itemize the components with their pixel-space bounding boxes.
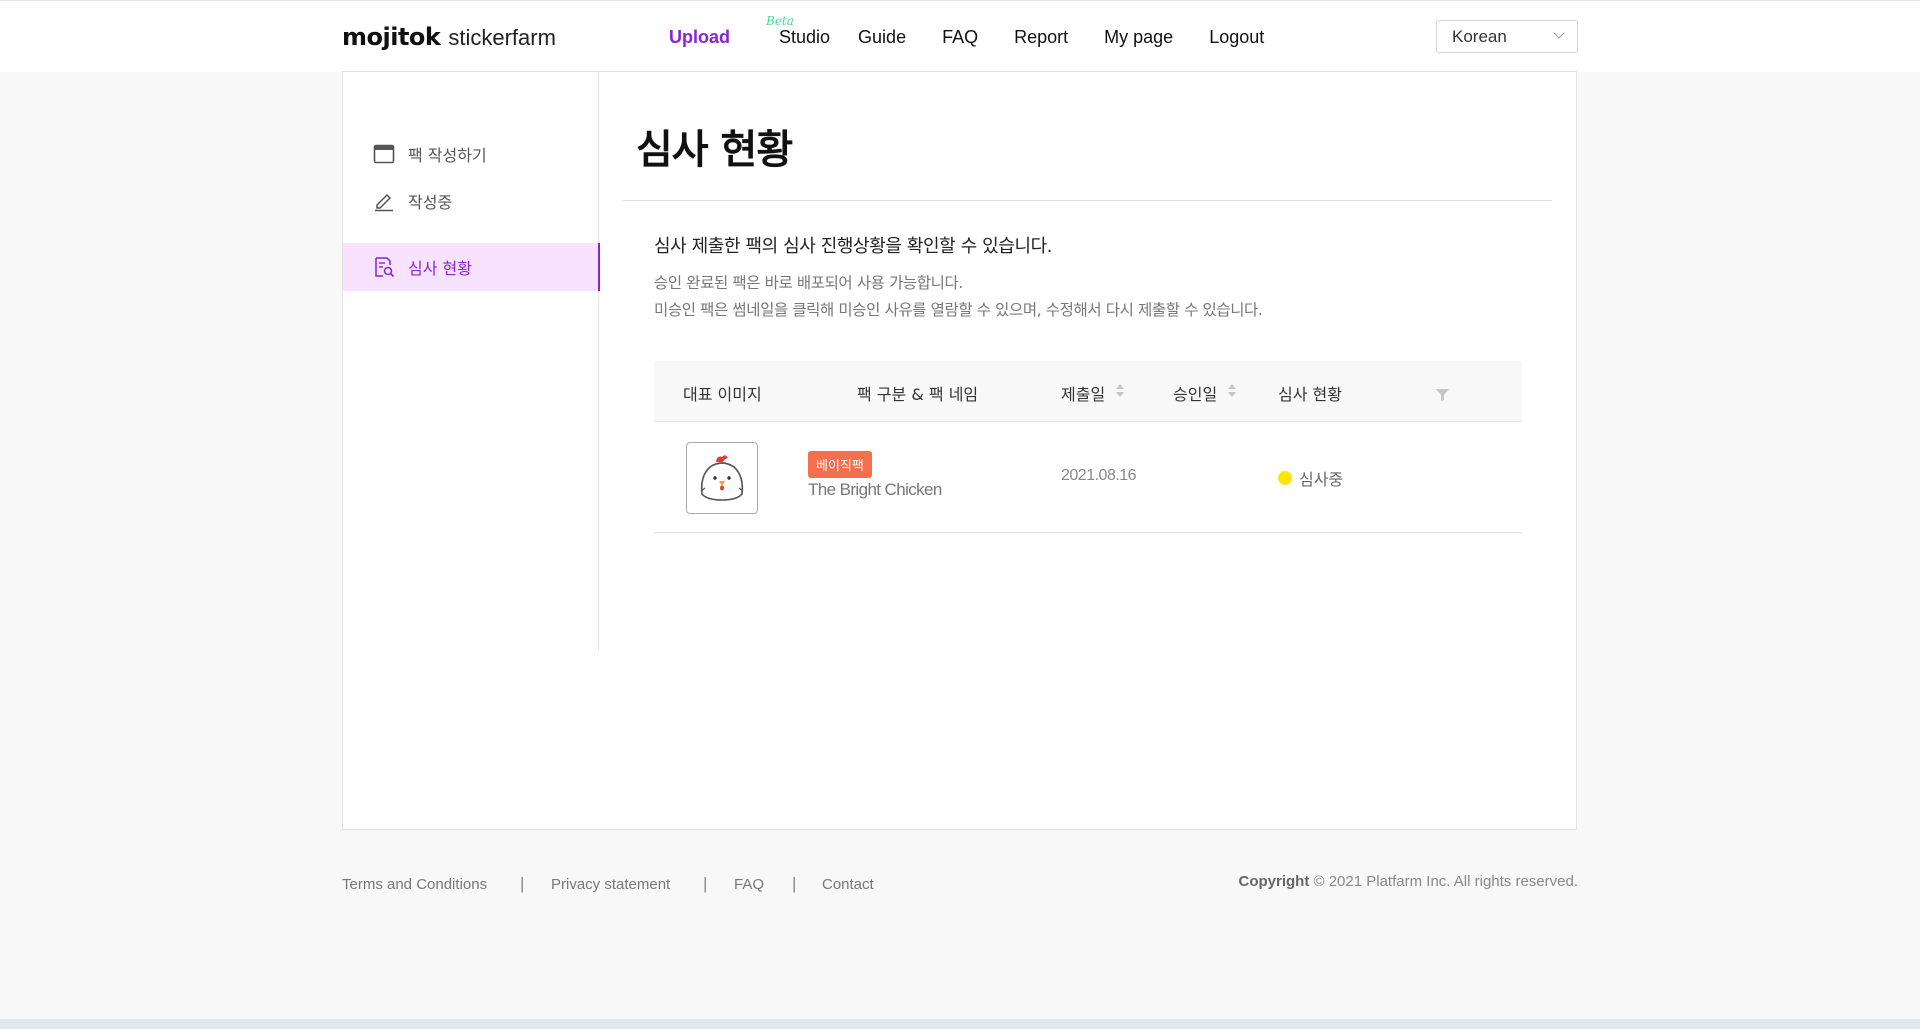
beta-badge: Beta: [766, 14, 794, 28]
sidebar-item-label: 심사 현황: [408, 259, 472, 278]
footer-link-faq[interactable]: FAQ: [734, 876, 764, 893]
content-card: 팩 작성하기 작성중 심사 현황 심사 현황 심사 제출한 팩의 심사 진행상황…: [342, 71, 1577, 830]
col-header-submitted[interactable]: 제출일: [1061, 381, 1105, 405]
col-header-status: 심사 현황: [1278, 385, 1342, 404]
pack-type-badge: 베이직팩: [808, 451, 872, 478]
language-value: Korean: [1452, 26, 1507, 46]
footer-separator: |: [703, 874, 708, 893]
calendar-icon: [373, 143, 395, 165]
filter-icon[interactable]: [1436, 386, 1449, 401]
status-badge: 심사중: [1278, 466, 1343, 490]
sidebar-item-label: 작성중: [408, 193, 453, 212]
sort-icon[interactable]: [1116, 384, 1125, 400]
sidebar-item-review-status[interactable]: 심사 현황: [343, 243, 600, 291]
bottom-bar: [0, 1019, 1920, 1029]
pack-name: The Bright Chicken: [808, 480, 942, 499]
nav-studio-label: Studio: [779, 27, 831, 47]
page-title: 심사 현황: [636, 127, 793, 173]
info-text-approved: 승인 완료된 팩은 바로 배포되어 사용 가능합니다.: [654, 274, 963, 292]
logo-product: stickerfarm: [448, 25, 556, 50]
sidebar-item-drafts[interactable]: 작성중: [343, 177, 600, 225]
status-dot-icon: [1278, 471, 1292, 485]
language-select[interactable]: Korean: [1436, 20, 1578, 53]
copyright-label: Copyright: [1238, 873, 1310, 890]
nav-upload[interactable]: Upload: [669, 27, 730, 48]
submitted-date: 2021.08.16: [1061, 467, 1137, 484]
nav-guide[interactable]: Guide: [858, 27, 906, 48]
table-header: 대표 이미지 팩 구분 & 팩 네임 제출일 승인일 심사 현황: [654, 361, 1522, 422]
table-row: 베이직팩 The Bright Chicken 2021.08.16 심사중: [654, 422, 1522, 533]
footer-link-contact[interactable]: Contact: [822, 876, 874, 893]
col-header-image: 대표 이미지: [683, 385, 762, 404]
logo-brand: mojitok: [342, 23, 441, 51]
copyright: Copyright © 2021 Platfarm Inc. All right…: [1239, 873, 1579, 890]
sidebar-item-label: 팩 작성하기: [408, 146, 487, 165]
nav-logout[interactable]: Logout: [1209, 27, 1264, 48]
chicken-sticker-icon[interactable]: [686, 442, 758, 514]
copyright-text: © 2021 Platfarm Inc. All rights reserved…: [1313, 873, 1579, 890]
footer-link-privacy[interactable]: Privacy statement: [551, 876, 670, 893]
footer: Terms and Conditions | Privacy statement…: [342, 873, 1578, 903]
sidebar: 팩 작성하기 작성중 심사 현황: [343, 72, 600, 650]
footer-separator: |: [520, 874, 525, 893]
sort-icon[interactable]: [1228, 384, 1237, 400]
main-nav: Upload Beta Studio Guide FAQ Report My p…: [669, 14, 1264, 48]
status-label: 심사중: [1299, 470, 1344, 489]
pencil-icon: [373, 190, 395, 212]
lead-text: 심사 제출한 팩의 심사 진행상황을 확인할 수 있습니다.: [654, 236, 1053, 257]
chevron-down-icon: [1553, 27, 1565, 39]
nav-studio[interactable]: Beta Studio: [766, 14, 831, 48]
top-header: mojitok stickerfarm Upload Beta Studio G…: [0, 0, 1920, 72]
logo[interactable]: mojitok stickerfarm: [342, 23, 556, 51]
nav-my-page[interactable]: My page: [1104, 27, 1173, 48]
footer-separator: |: [792, 874, 797, 893]
nav-report[interactable]: Report: [1014, 27, 1068, 48]
sidebar-item-create-pack[interactable]: 팩 작성하기: [343, 130, 600, 178]
review-table: 대표 이미지 팩 구분 & 팩 네임 제출일 승인일 심사 현황 베이직팩 Th…: [654, 361, 1522, 533]
footer-link-terms[interactable]: Terms and Conditions: [342, 876, 487, 893]
nav-faq[interactable]: FAQ: [942, 27, 978, 48]
document-search-icon: [373, 256, 395, 278]
col-header-approved[interactable]: 승인일: [1173, 381, 1217, 405]
col-header-pack: 팩 구분 & 팩 네임: [857, 385, 979, 404]
info-text-rejected: 미승인 팩은 썸네일을 클릭해 미승인 사유를 열람할 수 있으며, 수정해서 …: [654, 301, 1263, 319]
main-content: 심사 현황 심사 제출한 팩의 심사 진행상황을 확인할 수 있습니다. 승인 …: [599, 72, 1578, 829]
title-divider: [623, 200, 1552, 201]
